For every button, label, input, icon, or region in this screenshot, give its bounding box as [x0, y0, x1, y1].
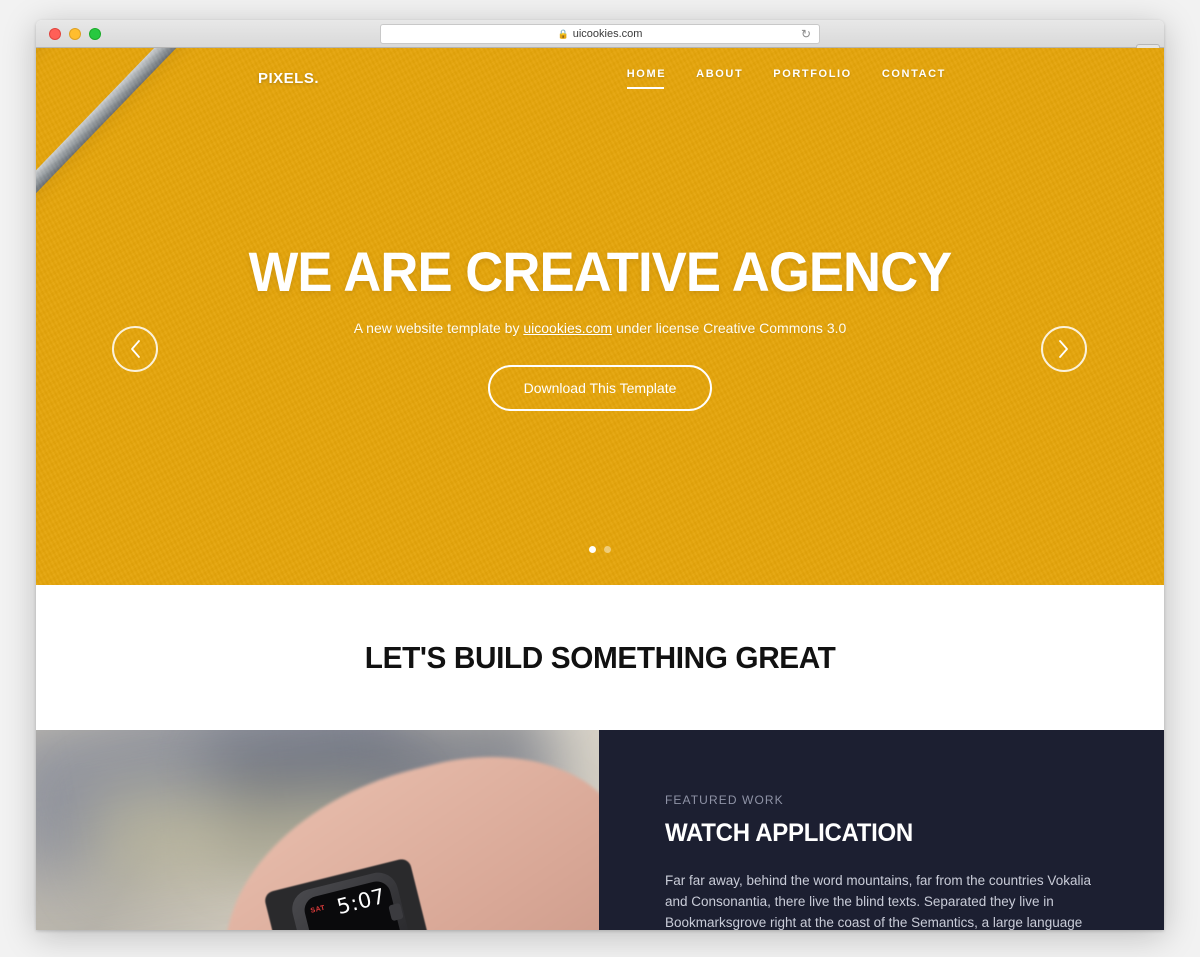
chevron-right-icon [1059, 340, 1068, 358]
hero-subtitle-link[interactable]: uicookies.com [523, 320, 612, 336]
browser-titlebar: 🔒 uicookies.com ↻ [36, 20, 1164, 48]
download-template-button[interactable]: Download This Template [487, 365, 713, 411]
carousel-next-button[interactable] [1041, 326, 1087, 372]
featured-work-eyebrow: FEATURED WORK [665, 793, 784, 807]
zoom-window-button[interactable] [89, 27, 101, 40]
hero-section: PIXELS. HOME ABOUT PORTFOLIO CONTACT WE … [36, 48, 1164, 585]
page-viewport: PIXELS. HOME ABOUT PORTFOLIO CONTACT WE … [36, 48, 1164, 930]
site-logo[interactable]: PIXELS. [258, 70, 319, 87]
minimize-window-button[interactable] [69, 27, 81, 40]
featured-work-section: SAT 5:07 FEATURED WORK WATCH APPLICATION… [36, 730, 1164, 930]
close-window-button[interactable] [49, 27, 61, 40]
hero-subtitle: A new website template by uicookies.com … [36, 320, 1164, 336]
desktop-background: 🔒 uicookies.com ↻ + PIXELS. HOME [0, 0, 1200, 957]
section-heading: LET'S BUILD SOMETHING GREAT [364, 639, 836, 675]
address-bar[interactable]: 🔒 uicookies.com ↻ [380, 24, 820, 44]
carousel-dot-2[interactable] [604, 546, 611, 553]
hero-title: WE ARE CREATIVE AGENCY [248, 240, 953, 303]
window-traffic-lights [36, 27, 101, 40]
main-navigation: HOME ABOUT PORTFOLIO CONTACT [626, 68, 946, 89]
reload-icon[interactable]: ↻ [801, 28, 811, 40]
carousel-dot-1[interactable] [589, 546, 596, 553]
featured-work-photo: SAT 5:07 [36, 730, 599, 930]
featured-work-paragraph-1: Far far away, behind the word mountains,… [665, 873, 1091, 930]
hero-subtitle-prefix: A new website template by [353, 320, 524, 336]
lock-icon: 🔒 [557, 28, 569, 39]
address-bar-url: uicookies.com [572, 28, 643, 40]
featured-work-title: WATCH APPLICATION [665, 819, 913, 847]
nav-item-contact[interactable]: CONTACT [882, 68, 946, 89]
hero-content: WE ARE CREATIVE AGENCY A new website tem… [36, 244, 1164, 411]
featured-work-panel: FEATURED WORK WATCH APPLICATION Far far … [599, 730, 1164, 930]
nav-item-home[interactable]: HOME [626, 68, 666, 89]
nav-item-about[interactable]: ABOUT [696, 68, 743, 89]
nav-item-portfolio[interactable]: PORTFOLIO [773, 68, 852, 89]
carousel-prev-button[interactable] [112, 326, 158, 372]
hero-subtitle-suffix: under license Creative Commons 3.0 [612, 320, 847, 336]
watch-day-label: SAT [309, 904, 327, 915]
intro-band: LET'S BUILD SOMETHING GREAT [36, 585, 1164, 730]
carousel-indicators [36, 546, 1164, 553]
chevron-left-icon [131, 340, 140, 358]
site-header: PIXELS. HOME ABOUT PORTFOLIO CONTACT [36, 48, 1164, 108]
browser-window: 🔒 uicookies.com ↻ + PIXELS. HOME [36, 20, 1164, 930]
watch-time-label: 5:07 [334, 883, 388, 920]
